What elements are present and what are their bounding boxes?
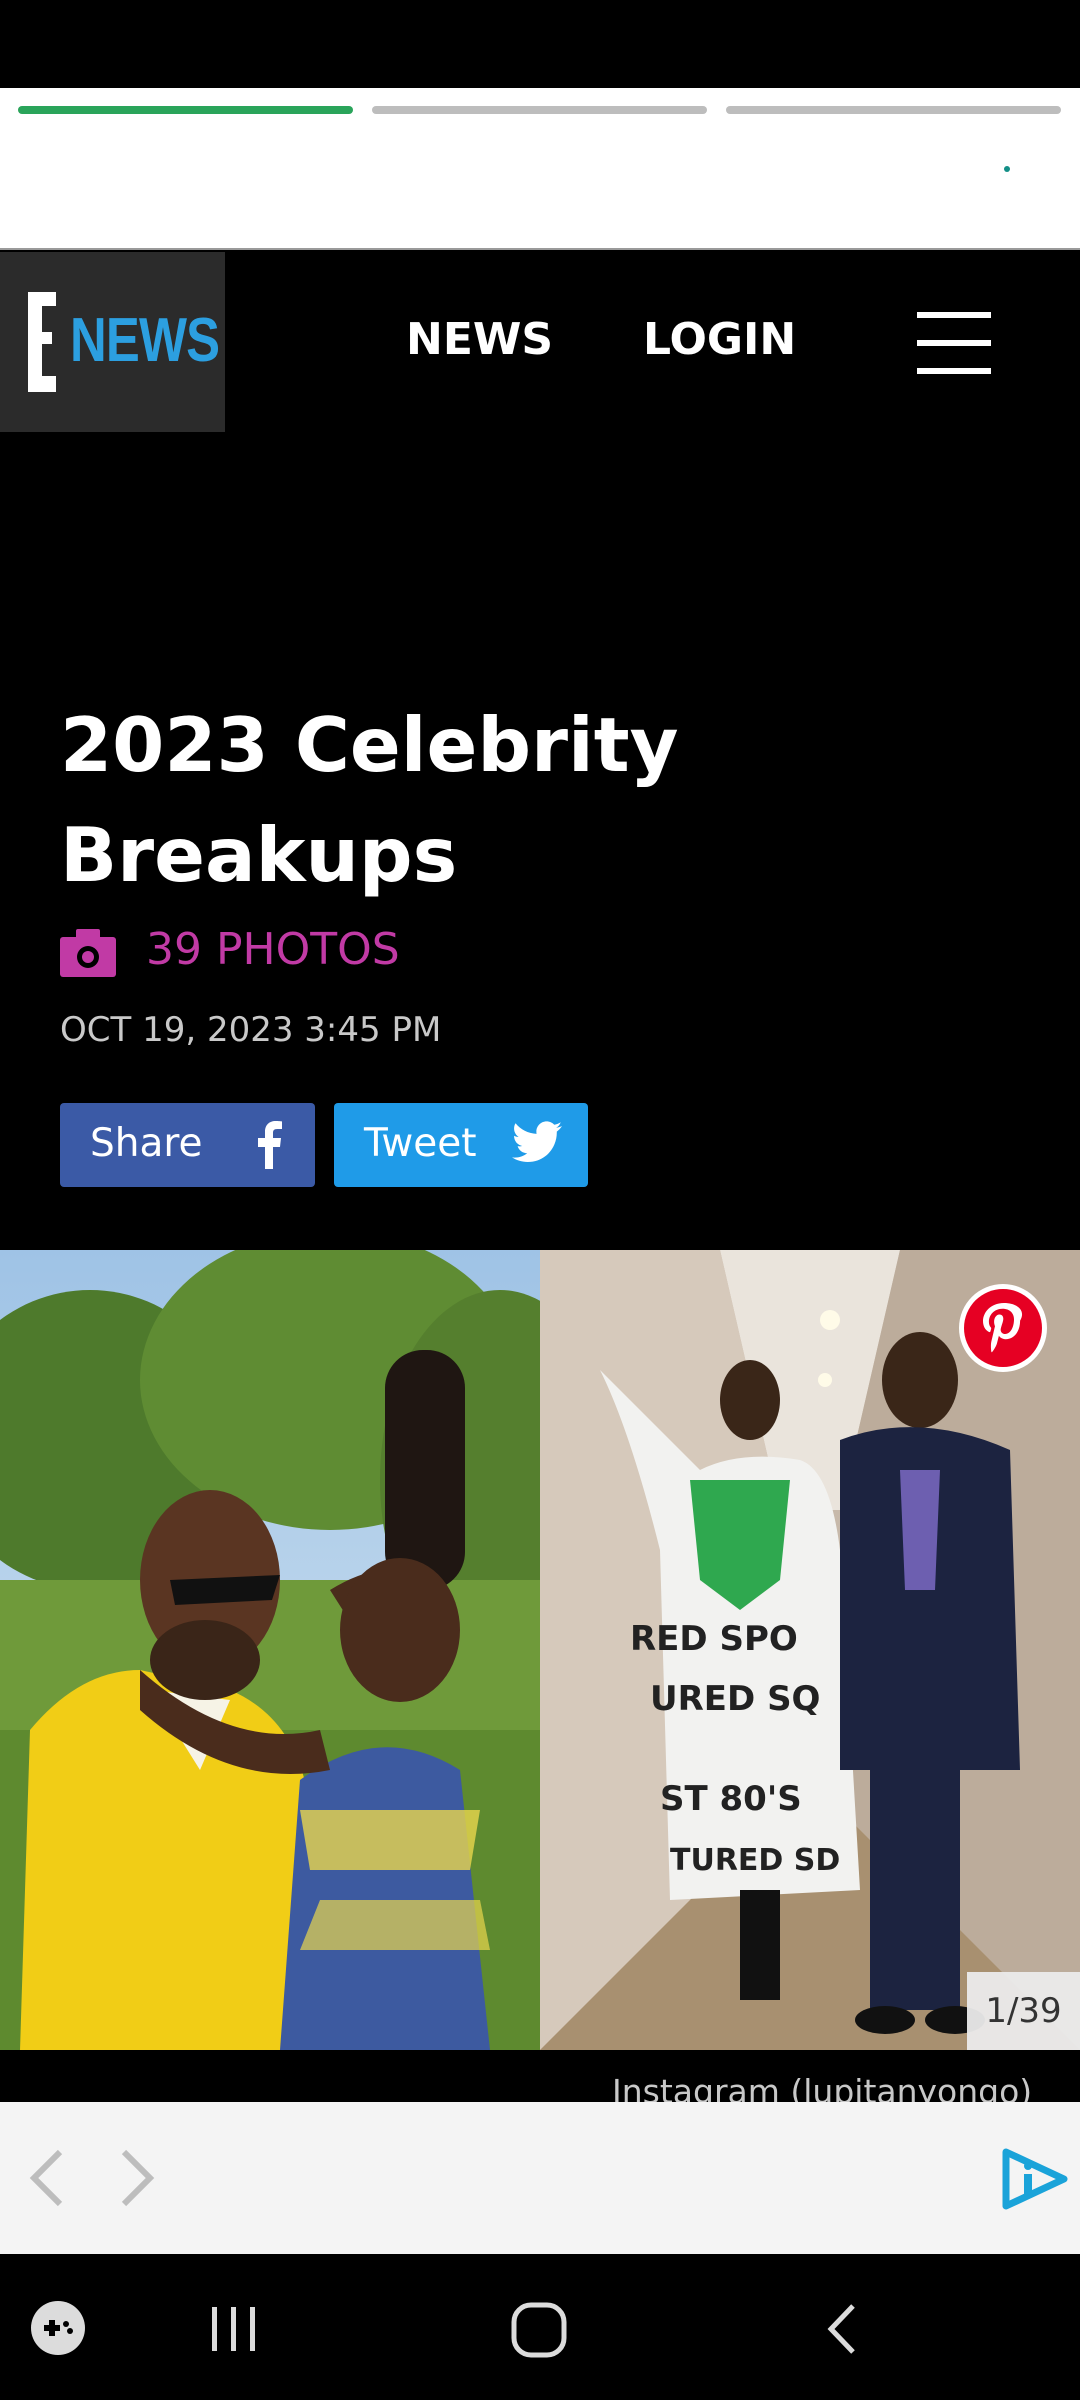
publish-date: OCT 19, 2023 3:45 PM [60,1010,442,1050]
home-icon[interactable] [510,2301,568,2359]
pager-bar [0,2102,1080,2254]
photo-credit: Instagram (lupitanyongo) [612,2072,1033,2104]
progress-segment [372,106,707,114]
gallery-photo[interactable]: RED SPO URED SQ ST 80'S TURED SD [0,1250,1080,2050]
share-facebook-button[interactable]: Share [60,1103,315,1187]
nav-news-link[interactable]: NEWS [406,314,553,365]
tweet-label: Tweet [364,1121,477,1166]
pinterest-icon[interactable] [958,1283,1048,1373]
ad-choices-icon[interactable] [1000,2148,1070,2210]
svg-text:RED SPO: RED SPO [630,1619,798,1659]
share-label: Share [90,1121,203,1166]
svg-text:URED SQ: URED SQ [650,1679,820,1719]
progress-segment-active [18,106,353,114]
progress-segment [726,106,1061,114]
gallery-title: 2023 Celebrity Breakups [60,701,679,899]
photo-couple-garden [0,1250,540,2050]
logo-e-mark [28,292,56,392]
twitter-icon [512,1121,562,1162]
status-bar [0,0,1080,88]
facebook-icon [258,1121,282,1169]
photo-counter: 1/39 [967,1972,1080,2050]
camera-icon [60,929,116,977]
svg-text:TURED SD: TURED SD [670,1843,840,1878]
game-launcher-icon[interactable] [30,2300,86,2356]
chevron-left-icon[interactable] [26,2148,66,2208]
svg-text:ST 80'S: ST 80'S [660,1779,802,1819]
recent-apps-icon[interactable] [208,2303,260,2355]
logo-text: NEWS [70,306,220,375]
menu-icon[interactable] [917,312,991,374]
back-icon[interactable] [823,2302,859,2356]
indicator-dot [1004,166,1010,172]
chevron-right-icon[interactable] [118,2148,158,2208]
nav-login-link[interactable]: LOGIN [643,314,796,365]
photo-count: 39 PHOTOS [146,924,400,975]
story-progress-strip [0,88,1080,250]
tweet-button[interactable]: Tweet [334,1103,588,1187]
